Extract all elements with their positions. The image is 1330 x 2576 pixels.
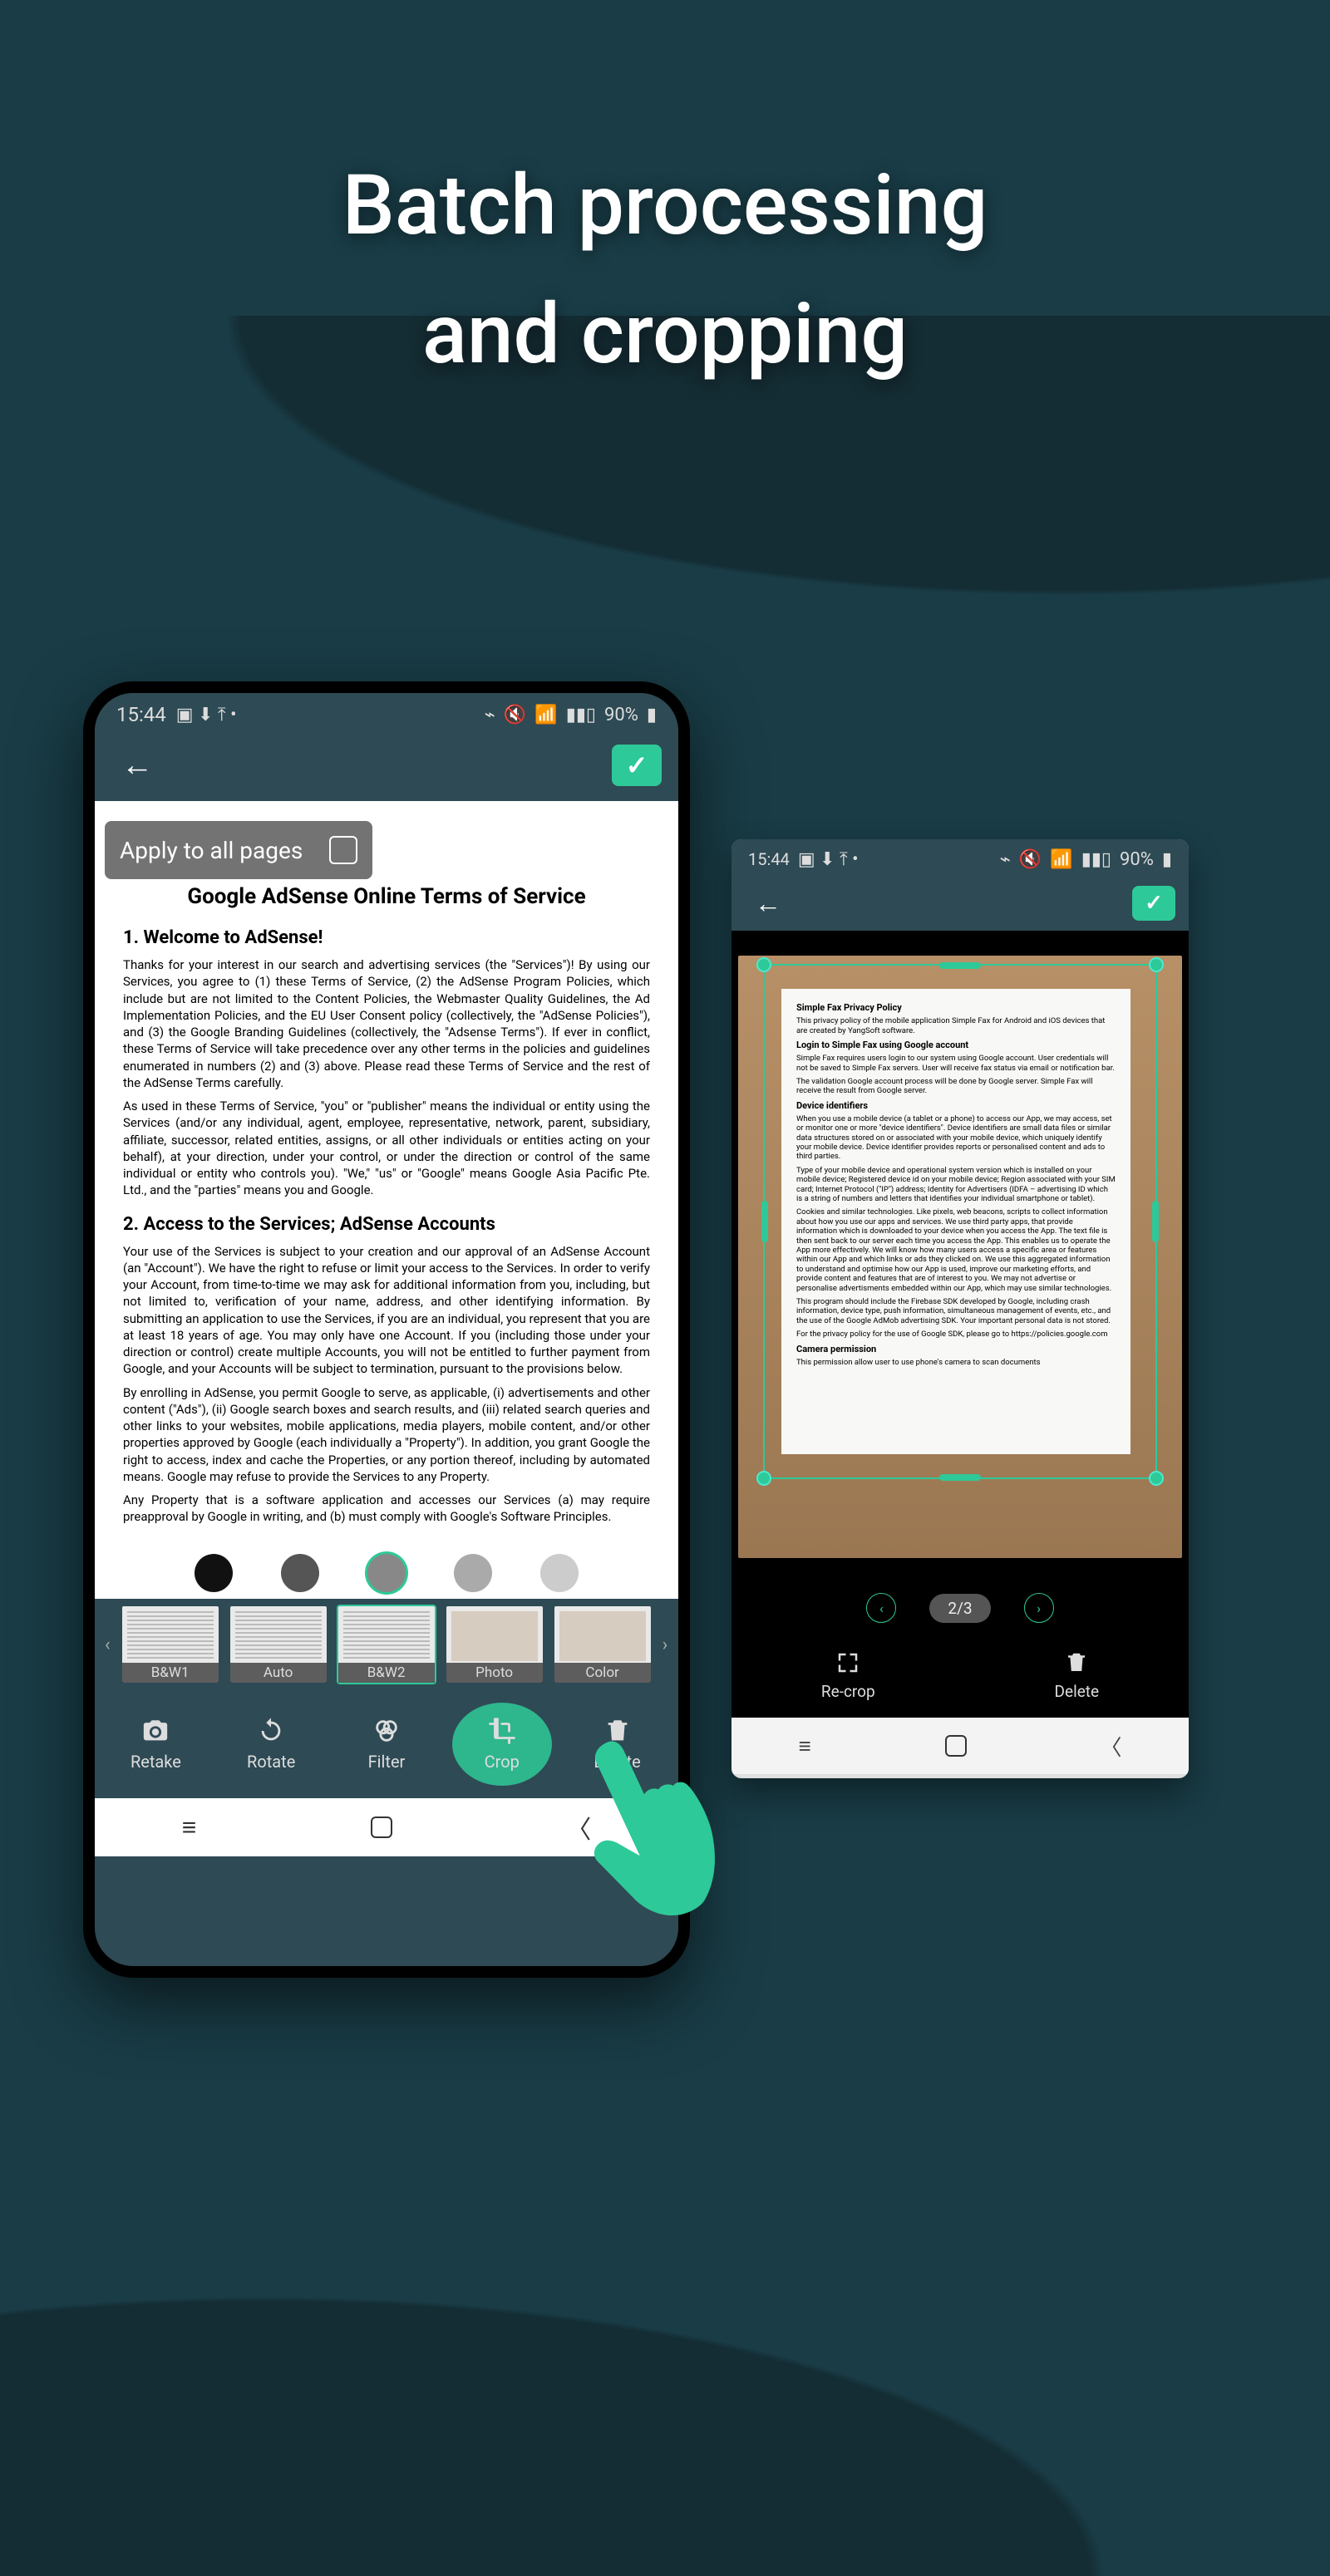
filter-thumbnails: ‹ B&W1 Auto B&W2 Photo Color › [95, 1599, 678, 1690]
confirm-button[interactable]: ✓ [1132, 886, 1175, 921]
crop-icon [488, 1717, 516, 1745]
crop-handle[interactable] [1152, 1201, 1159, 1242]
home-icon[interactable] [371, 1816, 392, 1838]
device-filter-screen: 15:44 ▣ ⬇ ⤒ • ⌁🔇📶▮▮▯ 90%▮ ← ✓ Apply to a… [83, 681, 690, 1978]
status-right-icons: ⌁🔇📶▮▮▯ 90%▮ [1000, 849, 1172, 870]
crop-button[interactable]: Crop [452, 1703, 552, 1786]
home-icon[interactable] [945, 1735, 967, 1757]
intensity-dot-active[interactable] [367, 1554, 406, 1592]
apply-all-toggle[interactable]: Apply to all pages [105, 821, 372, 879]
document-preview: Apply to all pages Google AdSense Online… [95, 801, 678, 1599]
status-bar: 15:44 ▣ ⬇ ⤒ • ⌁🔇📶▮▮▯ 90%▮ [732, 839, 1189, 879]
filter-thumb[interactable]: Photo [445, 1605, 544, 1684]
expand-icon [835, 1650, 860, 1675]
back-button[interactable]: ← [745, 881, 791, 926]
intensity-dot[interactable] [454, 1554, 492, 1592]
page-pager: ‹ 2/3 › [732, 1583, 1189, 1633]
app-bar: ← ✓ [95, 736, 678, 801]
recents-icon[interactable]: ≡ [182, 1813, 197, 1842]
crop-handle[interactable] [939, 962, 981, 969]
retake-button[interactable]: Retake [106, 1703, 205, 1786]
back-button[interactable]: ← [111, 740, 163, 790]
scroll-right-icon[interactable]: › [661, 1635, 670, 1655]
status-bar: 15:44 ▣ ⬇ ⤒ • ⌁🔇📶▮▮▯ 90%▮ [95, 693, 678, 736]
filter-thumb-active[interactable]: B&W2 [337, 1605, 436, 1684]
back-icon[interactable]: 〈 [1101, 1731, 1122, 1762]
crop-handle[interactable] [761, 1201, 768, 1242]
status-right-icons: ⌁🔇📶▮▮▯ 90%▮ [485, 705, 657, 725]
crop-handle[interactable] [1149, 1471, 1164, 1486]
checkbox-icon[interactable] [329, 836, 357, 864]
recents-icon[interactable]: ≡ [798, 1733, 810, 1759]
intensity-dot[interactable] [195, 1554, 233, 1592]
next-page-button[interactable]: › [1024, 1593, 1054, 1623]
device-crop-screen: 15:44 ▣ ⬇ ⤒ • ⌁🔇📶▮▮▯ 90%▮ ← ✓ Simple Fax… [732, 839, 1189, 1778]
crop-handle[interactable] [756, 1471, 771, 1486]
document-text: Google AdSense Online Terms of Service 1… [95, 801, 678, 1526]
rotate-button[interactable]: Rotate [221, 1703, 321, 1786]
back-icon[interactable]: 〈 [566, 1809, 591, 1846]
crop-preview[interactable]: Simple Fax Privacy Policy This privacy p… [732, 931, 1189, 1583]
bottom-toolbar: Retake Rotate Filter Crop Delete [95, 1690, 678, 1798]
confirm-button[interactable]: ✓ [612, 745, 662, 786]
page-indicator: 2/3 [929, 1594, 990, 1623]
filter-thumb[interactable]: Auto [229, 1605, 328, 1684]
recrop-button[interactable]: Re-crop [821, 1650, 875, 1701]
status-time: 15:44 [748, 849, 790, 869]
status-time: 15:44 [116, 703, 166, 726]
camera-icon [141, 1717, 170, 1745]
filter-thumb[interactable]: Color [553, 1605, 653, 1684]
delete-button[interactable]: Delete [1055, 1650, 1100, 1701]
apply-all-label: Apply to all pages [120, 837, 303, 864]
intensity-dot[interactable] [281, 1554, 319, 1592]
delete-button[interactable]: Delete [568, 1703, 667, 1786]
trash-icon [603, 1717, 632, 1745]
intensity-dots[interactable] [95, 1554, 678, 1592]
crop-handle[interactable] [939, 1474, 981, 1481]
app-bar: ← ✓ [732, 879, 1189, 931]
status-left-icons: ▣ ⬇ ⤒ • [176, 705, 237, 725]
trash-icon [1064, 1650, 1089, 1675]
rotate-icon [257, 1717, 285, 1745]
prev-page-button[interactable]: ‹ [866, 1593, 896, 1623]
android-navbar: ≡ 〈 [732, 1718, 1189, 1774]
scroll-left-icon[interactable]: ‹ [103, 1635, 112, 1655]
filter-icon [372, 1717, 401, 1745]
filter-thumb[interactable]: B&W1 [121, 1605, 220, 1684]
filter-button[interactable]: Filter [337, 1703, 436, 1786]
crop-toolbar: Re-crop Delete [732, 1633, 1189, 1718]
intensity-dot[interactable] [540, 1554, 579, 1592]
promo-heading: Batch processing and cropping [0, 141, 1330, 399]
crop-handle[interactable] [756, 957, 771, 972]
android-navbar: ≡ 〈 [95, 1798, 678, 1856]
crop-handle[interactable] [1149, 957, 1164, 972]
crop-frame[interactable] [763, 964, 1157, 1479]
